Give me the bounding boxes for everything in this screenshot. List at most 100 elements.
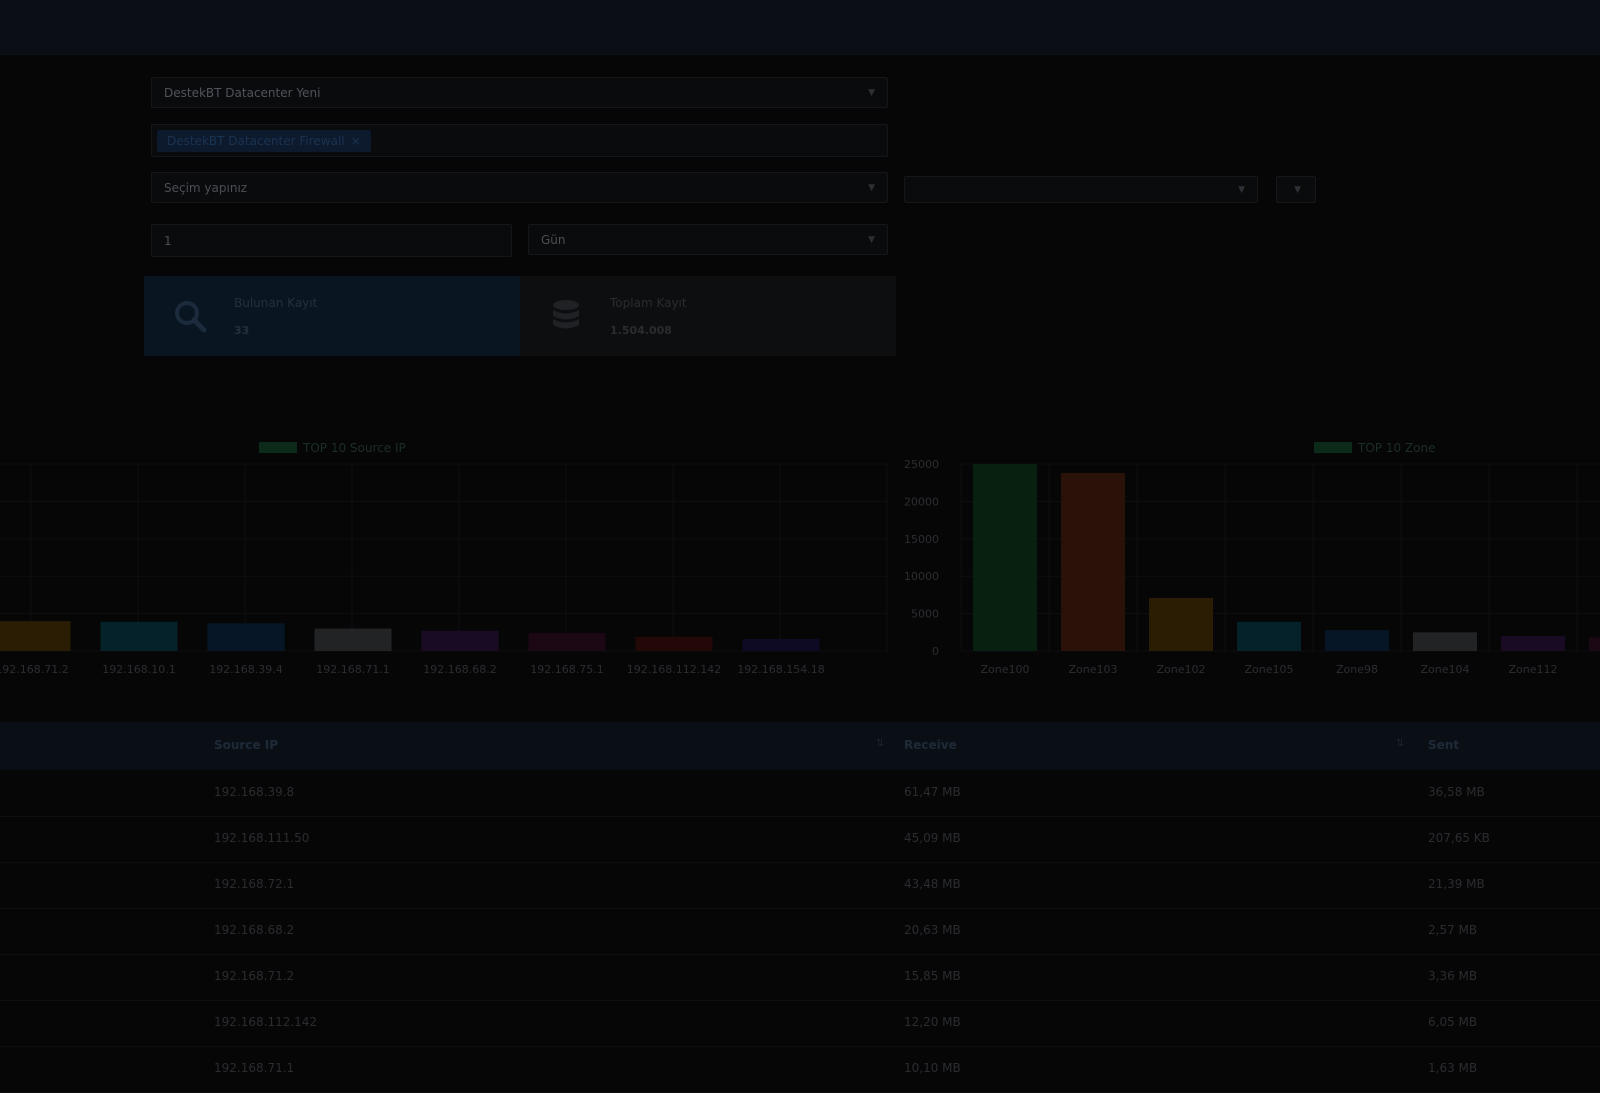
- secondary-select[interactable]: ▼: [904, 176, 1258, 203]
- cell-receive: 12,20 MB: [904, 1015, 961, 1029]
- period-value: 1: [164, 233, 172, 248]
- x-tick-label: 192.168.71.2: [0, 663, 69, 676]
- x-tick-label: Zone103: [1068, 663, 1117, 676]
- selection-select-placeholder: Seçim yapınız: [164, 180, 248, 195]
- chevron-down-icon: ▼: [868, 234, 875, 245]
- source-ip-legend-label: TOP 10 Source IP: [303, 441, 406, 455]
- x-tick-label: 192.168.71.1: [316, 663, 389, 676]
- cell-source-ip: 192.168.111.50: [214, 831, 310, 845]
- x-tick-label: 192.168.10.1: [102, 663, 175, 676]
- y-tick-label: 25000: [904, 458, 939, 471]
- y-tick-label: 0: [932, 645, 939, 658]
- source-ip-chart: .8192.168.71.2192.168.10.1192.168.39.419…: [0, 463, 888, 676]
- x-tick-label: Zone102: [1156, 663, 1205, 676]
- bar[interactable]: [0, 621, 71, 651]
- firewall-tag[interactable]: DestekBT Datacenter Firewall ×: [157, 130, 371, 152]
- y-tick-label: 5000: [911, 608, 939, 621]
- table-row[interactable]: 192.168.72.1 43,48 MB 21,39 MB: [0, 862, 1600, 909]
- zone-chart-legend[interactable]: TOP 10 Zone: [1314, 441, 1435, 455]
- bar[interactable]: [1325, 630, 1389, 651]
- cell-source-ip: 192.168.112.142: [214, 1015, 318, 1029]
- cell-receive: 45,09 MB: [904, 831, 961, 845]
- x-tick-label: 192.168.39.4: [209, 663, 282, 676]
- sort-icon[interactable]: ⇅: [876, 738, 884, 749]
- y-tick-label: 15000: [904, 533, 939, 546]
- top-navbar: [0, 0, 1600, 55]
- bar[interactable]: [973, 464, 1037, 651]
- table-row[interactable]: 192.168.111.50 45,09 MB 207,65 KB: [0, 816, 1600, 863]
- bar[interactable]: [1413, 632, 1477, 651]
- cell-source-ip: 192.168.71.2: [214, 969, 295, 983]
- cell-source-ip: 192.168.39.8: [214, 785, 295, 799]
- bar[interactable]: [100, 621, 178, 651]
- bar[interactable]: [1501, 636, 1565, 651]
- column-header-source-ip[interactable]: Source IP: [214, 738, 278, 752]
- bar[interactable]: [207, 623, 285, 651]
- table-header: Source IP ⇅ Receive ⇅ Sent: [0, 722, 1600, 770]
- stat-total-records: Toplam Kayıt 1.504.008: [520, 276, 896, 356]
- bar[interactable]: [1589, 637, 1600, 651]
- sort-icon[interactable]: ⇅: [1396, 738, 1404, 749]
- cell-receive: 61,47 MB: [904, 785, 961, 799]
- firewall-multiselect[interactable]: DestekBT Datacenter Firewall ×: [151, 124, 888, 157]
- chevron-down-icon: ▼: [868, 87, 875, 98]
- stat-found-value: 33: [234, 324, 250, 337]
- table-row[interactable]: 192.168.71.2 15,85 MB 3,36 MB: [0, 954, 1600, 1001]
- source-ip-chart-legend[interactable]: TOP 10 Source IP: [259, 441, 406, 455]
- x-tick-label: Zone104: [1420, 663, 1469, 676]
- stat-total-value: 1.504.008: [610, 324, 672, 337]
- table-row[interactable]: 192.168.71.1 10,10 MB 1,63 MB: [0, 1046, 1600, 1093]
- stat-total-label: Toplam Kayıt: [610, 296, 687, 310]
- bar[interactable]: [314, 628, 392, 651]
- remove-tag-icon[interactable]: ×: [351, 134, 361, 148]
- x-tick-label: 192.168.112.142: [627, 663, 721, 676]
- cell-sent: 3,36 MB: [1428, 969, 1478, 983]
- table-row[interactable]: 192.168.39.8 61,47 MB 36,58 MB: [0, 770, 1600, 817]
- datacenter-select[interactable]: DestekBT Datacenter Yeni ▼: [151, 77, 888, 108]
- cell-sent: 36,58 MB: [1428, 785, 1485, 799]
- y-tick-label: 20000: [904, 495, 939, 508]
- bar[interactable]: [528, 633, 606, 651]
- bar[interactable]: [421, 630, 499, 651]
- firewall-tag-label: DestekBT Datacenter Firewall: [167, 134, 345, 148]
- zone-legend-label: TOP 10 Zone: [1358, 441, 1436, 455]
- cell-receive: 20,63 MB: [904, 923, 961, 937]
- x-tick-label: Zone105: [1244, 663, 1293, 676]
- datacenter-select-value: DestekBT Datacenter Yeni: [164, 85, 321, 100]
- database-icon: [553, 300, 579, 329]
- cell-sent: 207,65 KB: [1428, 831, 1490, 845]
- x-tick-label: Zone112: [1508, 663, 1557, 676]
- x-tick-label: 192.168.154.18: [737, 663, 824, 676]
- bar[interactable]: [1237, 621, 1301, 651]
- zone-chart: 0 5000 10000 15000 20000 25000 Zone100 Zone103 Z…: [904, 458, 1600, 676]
- stat-found-records: Bulunan Kayıt 33: [144, 276, 520, 356]
- selection-select[interactable]: Seçim yapınız ▼: [151, 172, 888, 203]
- y-tick-label: 10000: [904, 570, 939, 583]
- bar[interactable]: [1061, 472, 1125, 651]
- x-tick-label: 192.168.75.1: [530, 663, 603, 676]
- cell-receive: 10,10 MB: [904, 1061, 961, 1075]
- legend-swatch: [259, 442, 297, 453]
- table-row[interactable]: 192.168.112.142 12,20 MB 6,05 MB: [0, 1000, 1600, 1047]
- legend-swatch: [1314, 442, 1352, 453]
- cell-sent: 2,57 MB: [1428, 923, 1478, 937]
- cell-source-ip: 192.168.71.1: [214, 1061, 295, 1075]
- x-tick-label: 192.168.68.2: [423, 663, 496, 676]
- bar[interactable]: [742, 639, 820, 651]
- cell-source-ip: 192.168.68.2: [214, 923, 295, 937]
- chevron-down-icon: ▼: [1294, 184, 1301, 195]
- chevron-down-icon: ▼: [1238, 184, 1245, 195]
- search-icon: [175, 301, 207, 333]
- secondary-select-button[interactable]: ▼: [1276, 176, 1316, 203]
- cell-receive: 15,85 MB: [904, 969, 961, 983]
- period-value-input[interactable]: 1: [151, 224, 512, 257]
- table-row[interactable]: 192.168.68.2 20,63 MB 2,57 MB: [0, 908, 1600, 955]
- bar[interactable]: [1149, 597, 1213, 651]
- cell-sent: 6,05 MB: [1428, 1015, 1478, 1029]
- period-unit-select[interactable]: Gün ▼: [528, 224, 888, 255]
- column-header-sent[interactable]: Sent: [1428, 738, 1459, 752]
- chevron-down-icon: ▼: [868, 182, 875, 193]
- cell-sent: 1,63 MB: [1428, 1061, 1478, 1075]
- column-header-receive[interactable]: Receive: [904, 738, 957, 752]
- bar[interactable]: [635, 636, 713, 651]
